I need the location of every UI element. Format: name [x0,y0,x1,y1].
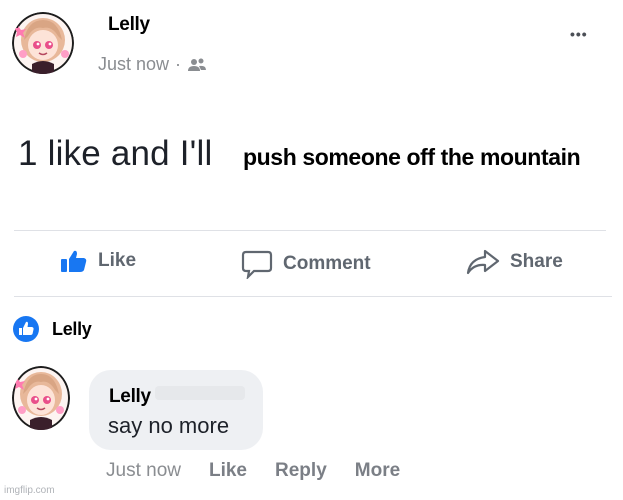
like-reaction-icon [12,315,40,343]
comment-button-label: Comment [283,253,371,274]
imgflip-watermark: imgflip.com [4,485,55,496]
like-button-label: Like [98,250,137,271]
share-button-label: Share [510,251,563,272]
friends-privacy-icon[interactable] [187,57,207,73]
comment-reply-button[interactable]: Reply [275,460,327,482]
comment-more-button[interactable]: More [355,460,400,482]
anime-girl-avatar-icon [12,366,70,430]
more-options-button[interactable]: ••• [570,26,588,42]
like-button[interactable]: Like [60,249,136,273]
anime-girl-avatar-icon [12,12,74,74]
post-author-avatar[interactable] [12,12,74,74]
comment-actions: Just now Like Reply More [106,460,428,482]
meta-separator: · [175,54,182,74]
comment-author-name[interactable]: Lelly [109,386,151,408]
post-timestamp[interactable]: Just now [98,54,169,75]
thumbs-up-icon [61,250,87,272]
comment-timestamp[interactable]: Just now [106,460,181,482]
share-arrow-icon [466,249,500,275]
post-author-name[interactable]: Lelly [108,14,150,36]
post-meta: Just now · [98,54,207,75]
comment-button[interactable]: Comment [241,249,371,279]
post-actions-top-divider [14,230,606,231]
comment-bubble-icon [241,250,273,279]
post-actions-bottom-divider [14,296,612,297]
liker-name: Lelly [52,318,92,339]
share-button[interactable]: Share [466,249,563,275]
post-text-overlay: push someone off the mountain [243,144,581,170]
post-text: 1 like and I'll [18,134,213,173]
comment-text: say no more [108,413,230,438]
blurred-name-area [155,386,245,400]
likes-summary[interactable]: Lelly [12,315,92,343]
comment-author-avatar[interactable] [12,366,70,430]
comment-like-button[interactable]: Like [209,460,247,482]
